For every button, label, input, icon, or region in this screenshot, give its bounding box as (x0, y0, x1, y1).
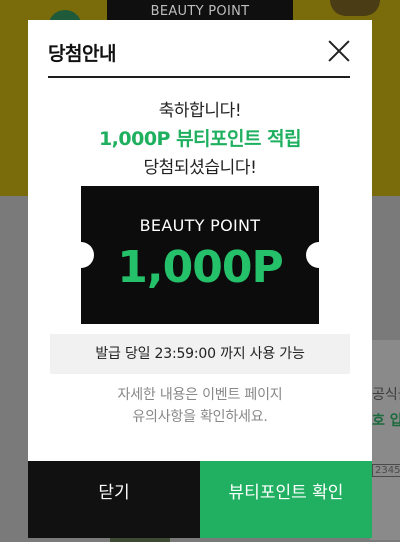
background-ticket: BEAUTY POINT (107, 0, 293, 22)
close-button[interactable]: 닫기 (28, 461, 200, 538)
background-card (370, 340, 400, 540)
detail-text: 자세한 내용은 이벤트 페이지 유의사항을 확인하세요. (28, 384, 372, 428)
background-code: 2345 (372, 464, 400, 477)
background-text: 공식몰 (372, 387, 400, 403)
detail-line-2: 유의사항을 확인하세요. (132, 409, 268, 425)
beauty-point-ticket: BEAUTY POINT 1,000P (81, 186, 319, 324)
detail-line-1: 자세한 내용은 이벤트 페이지 (117, 387, 283, 403)
congrats-text: 축하합니다! (158, 101, 242, 121)
modal-header: 당첨안내 (48, 20, 350, 78)
ticket-amount: 1,000P (117, 242, 283, 293)
expiry-notice: 발급 당일 23:59:00 까지 사용 가능 (50, 334, 350, 374)
close-icon[interactable] (328, 40, 350, 62)
modal-title: 당첨안내 (48, 43, 116, 65)
background-text-highlight: 호 입 (372, 413, 400, 429)
ticket-label: BEAUTY POINT (139, 216, 261, 235)
points-earned-text: 1,000P 뷰티포인트 적립 (98, 128, 302, 150)
won-text: 당첨되셨습니다! (143, 158, 257, 178)
check-beauty-points-button[interactable]: 뷰티포인트 확인 (200, 461, 372, 538)
prize-modal: 당첨안내 축하합니다! 1,000P 뷰티포인트 적립 당첨되셨습니다! BEA… (28, 20, 372, 538)
